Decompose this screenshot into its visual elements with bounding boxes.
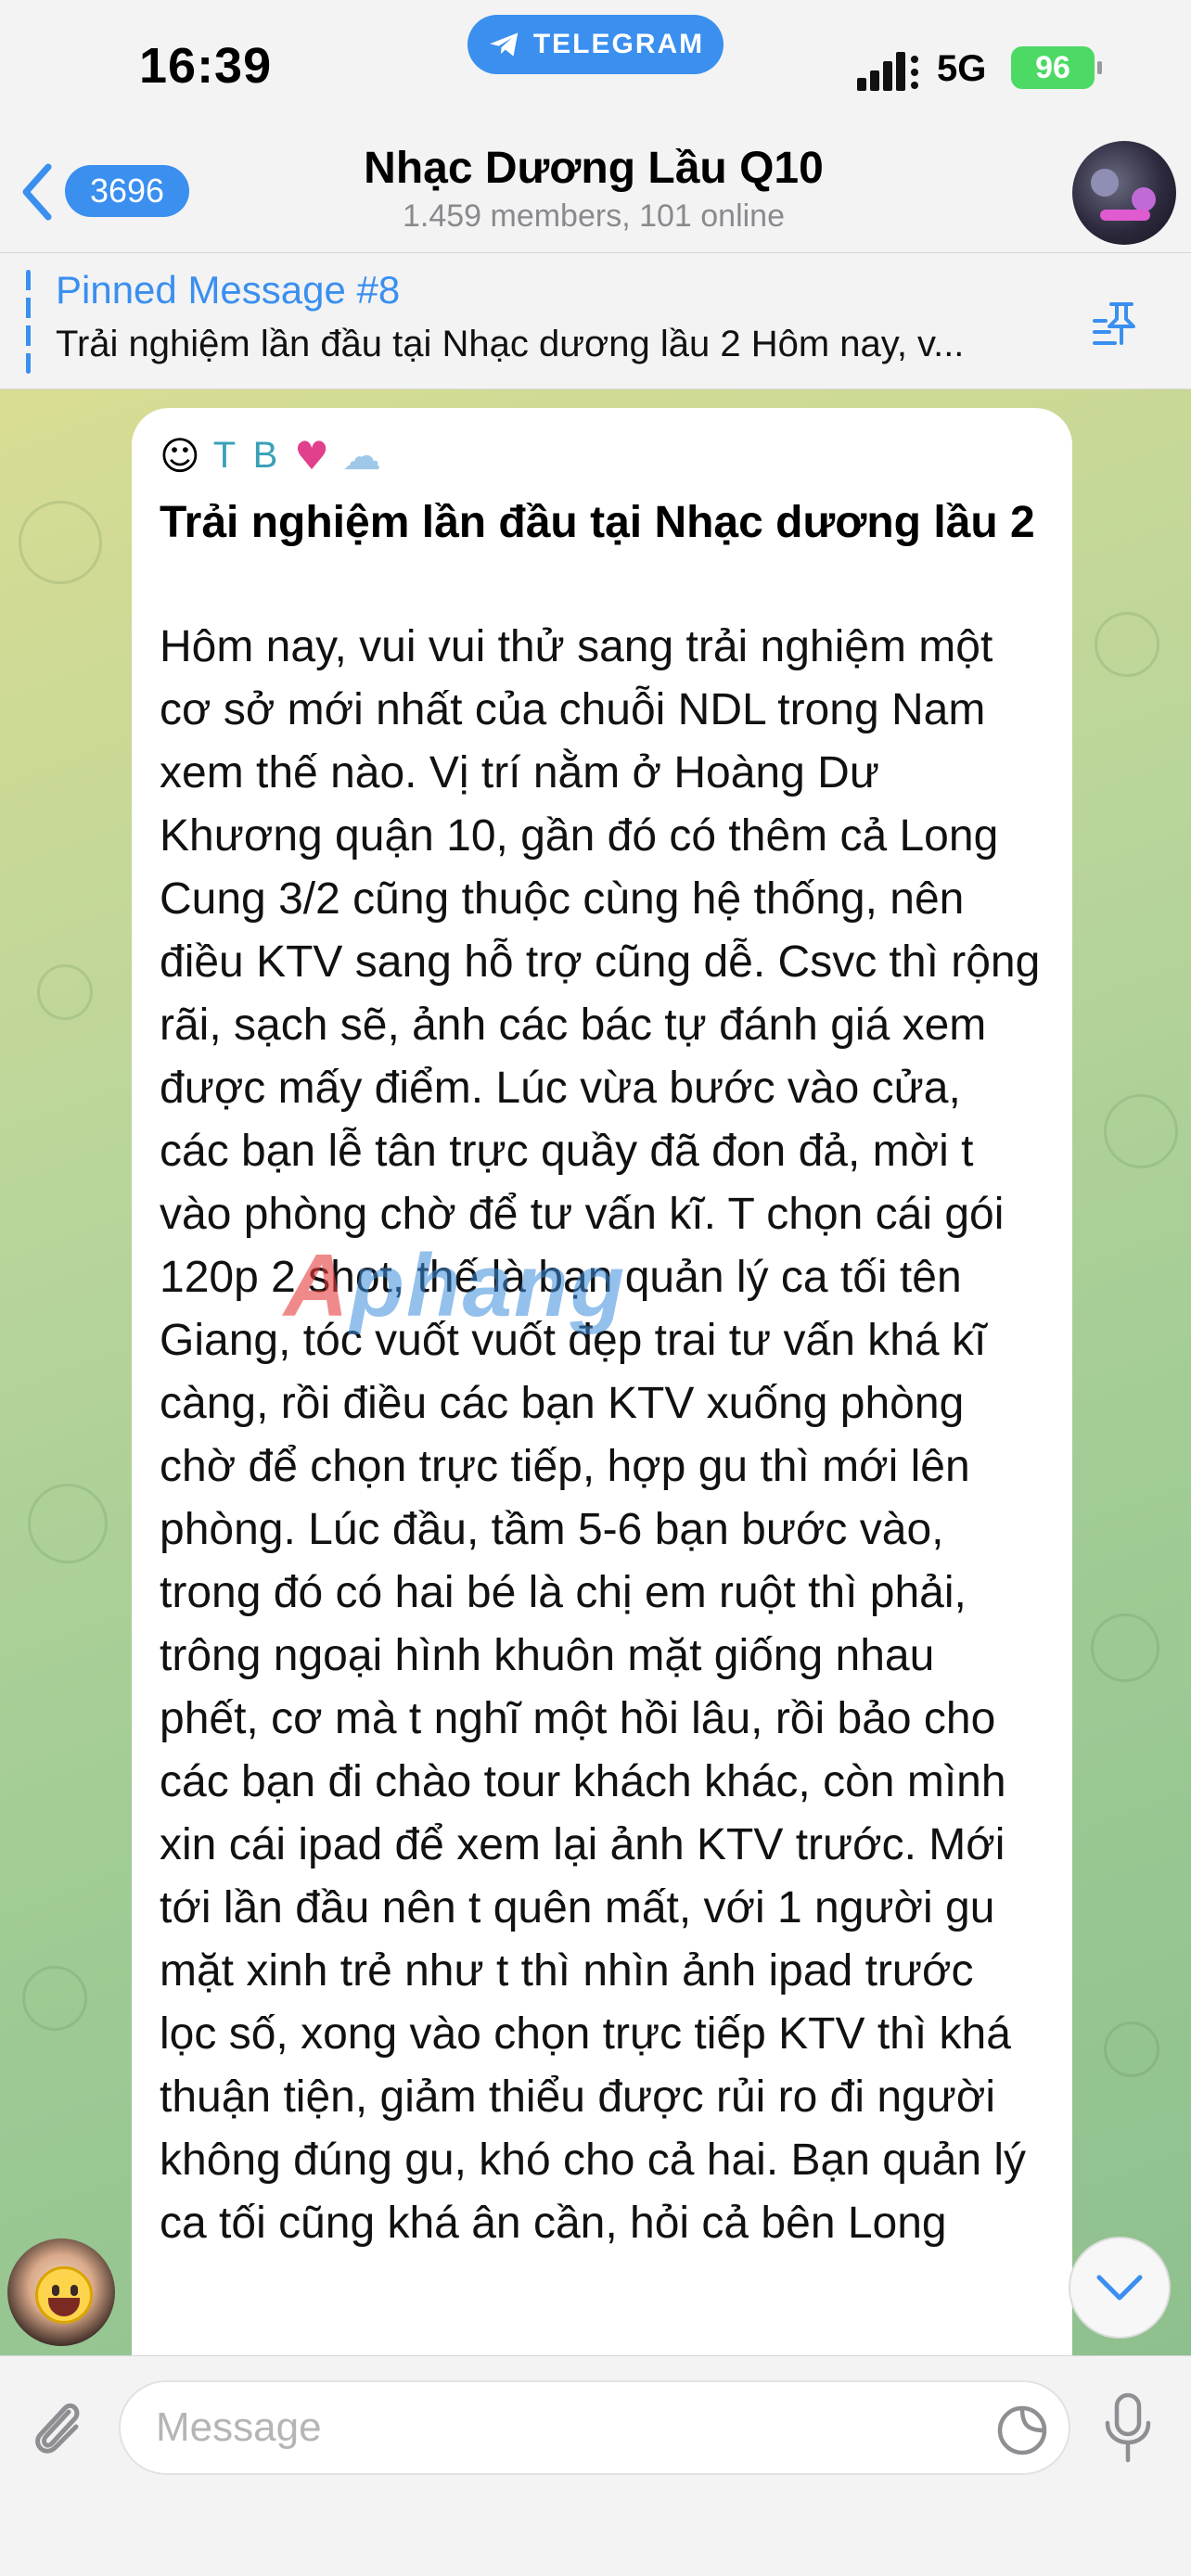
chevron-down-icon [1096, 2275, 1143, 2301]
telegram-pill-label: TELEGRAM [532, 29, 705, 59]
sender-name[interactable]: T B [213, 435, 282, 477]
group-avatar[interactable] [1072, 141, 1176, 245]
sender-row[interactable]: ☺ T B ♥ ☁ [160, 423, 1041, 488]
microphone-icon[interactable] [1104, 2391, 1152, 2466]
message-title: Trải nghiệm lần đầu tại Nhạc dương lầu 2 [160, 498, 1035, 547]
angel-icon: ☁ [341, 432, 381, 478]
paperclip-icon[interactable] [28, 2391, 87, 2462]
pinned-title: Pinned Message #8 [56, 268, 401, 312]
smiling-hearts-emoji: ☺ [160, 432, 200, 478]
message-bubble[interactable]: ☺ T B ♥ ☁ Trải nghiệm lần đầu tại Nhạc d… [132, 408, 1072, 2374]
chevron-left-icon[interactable] [19, 161, 56, 223]
telegram-pill[interactable]: TELEGRAM [467, 15, 724, 74]
sticker-icon[interactable] [994, 2403, 1050, 2458]
network-type: 5G [937, 48, 987, 89]
message-input[interactable] [119, 2380, 1070, 2475]
pinned-indicator [26, 270, 31, 374]
message-input-bar [0, 2355, 1191, 2576]
chat-subtitle: 1.459 members, 101 online [402, 198, 786, 234]
status-time: 16:39 [139, 38, 273, 94]
back-unread-badge[interactable]: 3696 [65, 165, 189, 217]
scroll-down-button[interactable] [1069, 2237, 1171, 2339]
pin-list-icon[interactable] [1091, 297, 1146, 352]
sender-avatar[interactable] [7, 2238, 115, 2346]
signal-icon [857, 52, 918, 91]
pinned-message-bar[interactable]: Pinned Message #8 Trải nghiệm lần đầu tạ… [0, 252, 1191, 389]
pinned-preview: Trải nghiệm lần đầu tại Nhạc dương lầu 2… [56, 324, 965, 364]
message-body: Hôm nay, vui vui thử sang trải nghiệm mộ… [160, 622, 1041, 2248]
heart-icon: ♥ [294, 432, 329, 478]
battery-indicator: 96 [1011, 46, 1102, 89]
navigation-header: 16:39 TELEGRAM 5G 96 3696 Nhạc Dương Lầu… [0, 0, 1191, 252]
telegram-plane-icon [489, 32, 519, 57]
chat-title[interactable]: Nhạc Dương Lầu Q10 [278, 143, 909, 194]
